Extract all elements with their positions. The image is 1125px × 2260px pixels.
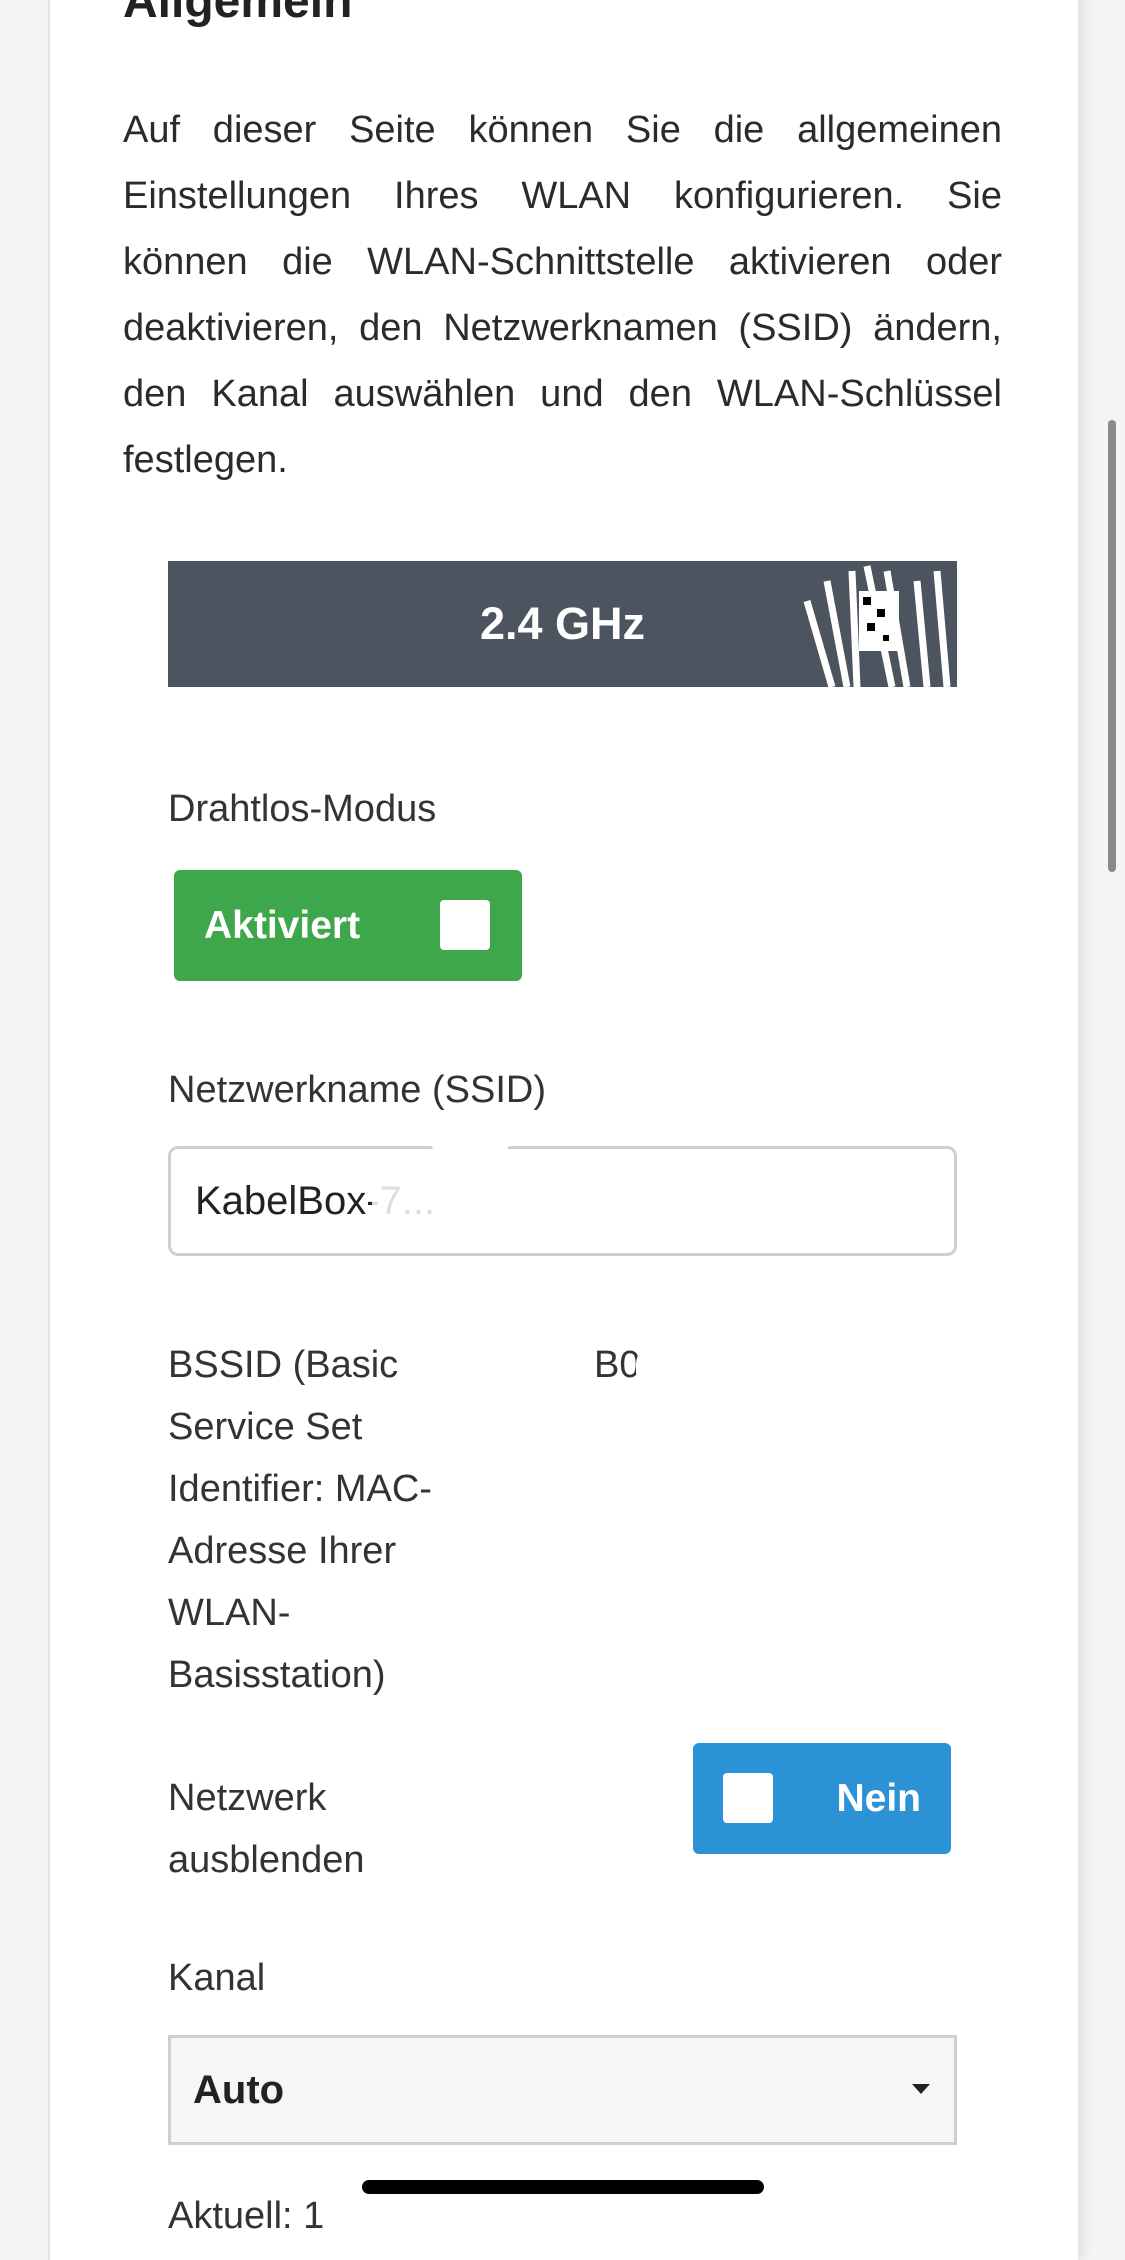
scrollbar[interactable]: [1108, 420, 1116, 872]
wireless-mode-toggle-label: Aktiviert: [204, 904, 361, 947]
band-header: 2.4 GHz: [168, 561, 957, 687]
redaction-scribble: [803, 565, 951, 687]
home-indicator: [362, 2180, 764, 2194]
redaction-blur: [636, 1344, 966, 1392]
hide-network-toggle[interactable]: Nein: [693, 1743, 951, 1854]
channel-select-value: Auto: [193, 2068, 285, 2112]
bssid-value: B0: [594, 1344, 641, 1386]
channel-label: Kanal: [168, 1957, 266, 1999]
ssid-input[interactable]: [168, 1146, 957, 1256]
wireless-mode-label: Drahtlos-Modus: [168, 788, 437, 830]
wireless-mode-toggle[interactable]: Aktiviert: [174, 870, 522, 981]
redaction-blur: [372, 1168, 502, 1228]
toggle-knob: [723, 1773, 773, 1823]
toggle-knob: [440, 900, 490, 950]
redaction-blur: [430, 1130, 510, 1152]
channel-current: Aktuell: 1: [168, 2195, 325, 2237]
bssid-label: BSSID (Basic Service Set Identifier: MAC…: [168, 1344, 432, 1696]
hide-network-label: Netzwerk ausblenden: [168, 1777, 365, 1881]
channel-select[interactable]: Auto: [168, 2035, 957, 2145]
section-intro: Auf dieser Seite können Sie die allgemei…: [123, 109, 1002, 481]
section-title: Allgemein: [123, 0, 353, 28]
hide-network-toggle-label: Nein: [836, 1777, 921, 1820]
chevron-down-icon: [912, 2084, 930, 2094]
ssid-label: Netzwerkname (SSID): [168, 1069, 546, 1111]
